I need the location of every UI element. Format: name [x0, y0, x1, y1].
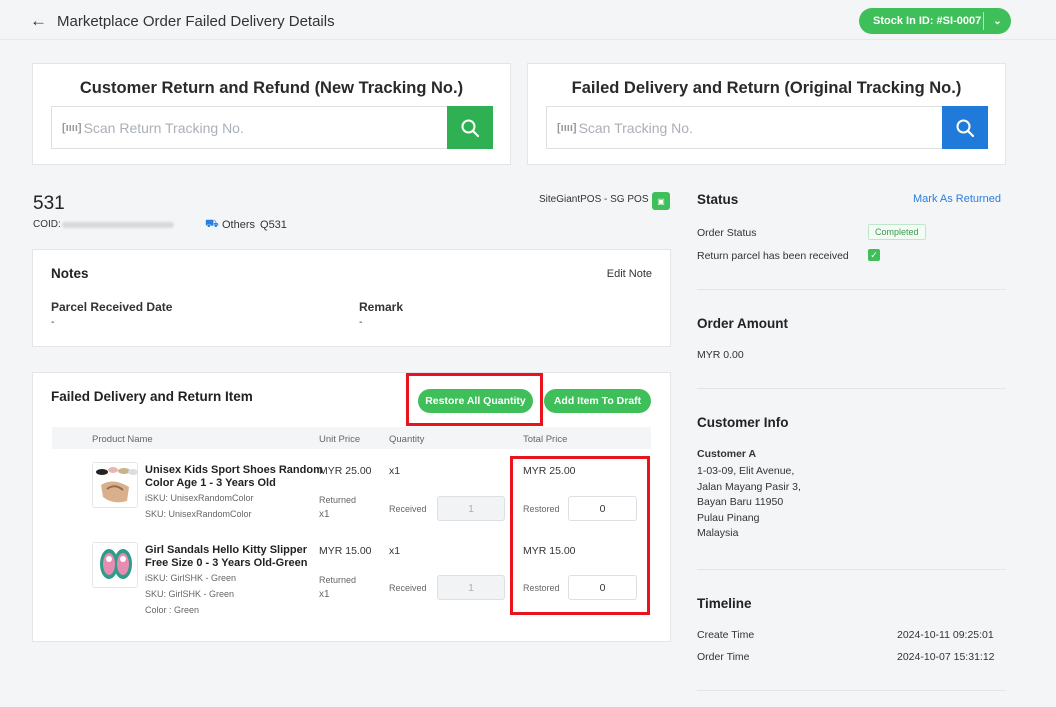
address-line: Jalan Mayang Pasir 3, — [697, 480, 801, 493]
divider — [697, 388, 1006, 389]
stock-in-button[interactable]: Stock In ID: #SI-0007 ⌄ — [859, 8, 1011, 34]
search-icon — [461, 119, 480, 137]
received-label: Received — [389, 583, 427, 593]
stock-in-label: Stock In ID: #SI-0007 — [873, 15, 982, 27]
timeline-title: Timeline — [697, 596, 752, 611]
barcode-icon: [ıııı] — [557, 121, 577, 134]
remark-value: - — [359, 316, 363, 328]
scan-placeholder: Scan Tracking No. — [578, 119, 693, 136]
address-line: 1-03-09, Elit Avenue, — [697, 465, 795, 477]
customer-address: 1-03-09, Elit Avenue, Jalan Mayang Pasir… — [697, 464, 801, 542]
divider — [697, 289, 1006, 290]
timeline-value: 2024-10-07 15:31:12 — [897, 651, 995, 663]
unit-price: MYR 25.00 — [319, 465, 372, 477]
product-name-line: Unisex Kids Sport Shoes Random — [145, 464, 323, 476]
col-quantity: Quantity — [389, 434, 425, 445]
order-amount-title: Order Amount — [697, 316, 788, 331]
returned-qty: x1 — [319, 509, 330, 520]
received-input[interactable]: 1 — [437, 575, 505, 600]
reference: Q531 — [260, 219, 287, 231]
parcel-received-value: - — [51, 316, 55, 328]
status-badge: Completed — [868, 224, 926, 240]
parcel-received-checkbox[interactable]: ✓ — [868, 249, 880, 261]
notes-card: Notes Edit Note Parcel Received Date - R… — [32, 249, 671, 347]
received-label: Received — [389, 504, 427, 514]
timeline-label: Create Time — [697, 629, 755, 641]
coid-label: COID: — [33, 219, 61, 230]
product-name-line: Girl Sandals Hello Kitty Slipper — [145, 544, 307, 556]
order-amount-value: MYR 0.00 — [697, 349, 744, 361]
product-name-line: Free Size 0 - 3 Years Old-Green — [145, 557, 308, 569]
timeline-value: 2024-10-11 09:25:01 — [897, 629, 994, 641]
scan-card-return: Customer Return and Refund (New Tracking… — [32, 63, 511, 165]
product-isku: iSKU: UnisexRandomColor — [145, 493, 254, 503]
product-name-line: Color Age 1 - 3 Years Old — [145, 477, 276, 489]
product-thumbnail — [92, 542, 138, 588]
returned-label: Returned — [319, 495, 357, 505]
unit-price: MYR 15.00 — [319, 545, 372, 557]
search-icon: Q — [260, 219, 269, 231]
store-name: SiteGiantPOS - SG POS — [539, 194, 649, 205]
returned-qty: x1 — [319, 589, 330, 600]
notes-title: Notes — [51, 266, 89, 281]
address-line: Pulau Pinang — [697, 511, 760, 524]
order-status-label: Order Status — [697, 227, 757, 239]
pos-store-icon: ▣ — [652, 192, 670, 210]
search-icon — [956, 119, 975, 137]
customer-info-title: Customer Info — [697, 415, 789, 430]
search-button[interactable] — [447, 106, 493, 149]
truck-icon: ⛟ — [205, 218, 219, 230]
return-tracking-input[interactable]: [ıııı] Scan Return Tracking No. — [51, 106, 447, 149]
items-title: Failed Delivery and Return Item — [51, 389, 253, 404]
reference-value: 531 — [268, 219, 287, 231]
quantity: x1 — [389, 465, 401, 477]
product-thumbnail — [92, 462, 138, 508]
scan-card-failed: Failed Delivery and Return (Original Tra… — [527, 63, 1006, 165]
add-to-draft-button[interactable]: Add Item To Draft — [544, 389, 651, 413]
coid-value-redacted — [62, 222, 174, 228]
order-id: 531 — [33, 193, 65, 214]
scan-placeholder: Scan Return Tracking No. — [83, 119, 244, 136]
page-title: Marketplace Order Failed Delivery Detail… — [57, 13, 335, 30]
received-input[interactable]: 1 — [437, 496, 505, 521]
edit-note-link[interactable]: Edit Note — [607, 268, 652, 280]
top-bar: ← Marketplace Order Failed Delivery Deta… — [0, 0, 1056, 40]
arrow-left-icon[interactable]: ← — [30, 11, 47, 31]
parcel-received-label: Parcel Received Date — [51, 300, 173, 314]
product-color: Color : Green — [145, 605, 200, 615]
chevron-down-icon[interactable]: ⌄ — [984, 16, 1011, 27]
product-isku: iSKU: GirlSHK - Green — [145, 573, 237, 583]
product-sku: SKU: UnisexRandomColor — [145, 509, 252, 519]
barcode-icon: [ıııı] — [62, 121, 82, 134]
tracking-input[interactable]: [ıııı] Scan Tracking No. — [546, 106, 942, 149]
divider — [697, 690, 1006, 691]
customer-name: Customer A — [697, 448, 757, 460]
scan-card-title: Customer Return and Refund (New Tracking… — [79, 79, 464, 97]
mark-as-returned-link[interactable]: Mark As Returned — [913, 193, 1001, 205]
product-sku: SKU: GirlSHK - Green — [145, 589, 235, 599]
remark-label: Remark — [359, 300, 404, 314]
divider — [697, 569, 1006, 570]
col-total-price: Total Price — [523, 434, 568, 445]
parcel-received-label: Return parcel has been received — [697, 250, 849, 262]
highlight-box-restore-all — [406, 373, 543, 426]
product-name[interactable]: Unisex Kids Sport Shoes Random Color Age … — [145, 464, 323, 490]
search-button[interactable] — [942, 106, 988, 149]
timeline-label: Order Time — [697, 651, 750, 663]
col-product-name: Product Name — [92, 434, 153, 445]
quantity: x1 — [389, 545, 401, 557]
product-name[interactable]: Girl Sandals Hello Kitty Slipper Free Siz… — [145, 544, 307, 570]
returned-label: Returned — [319, 575, 357, 585]
status-title: Status — [697, 192, 739, 207]
scan-card-title: Failed Delivery and Return (Original Tra… — [571, 79, 962, 97]
address-line: Malaysia — [697, 527, 739, 539]
address-line: Bayan Baru 11950 — [697, 496, 784, 508]
shipping-method: Others — [222, 219, 256, 231]
col-unit-price: Unit Price — [319, 434, 361, 445]
highlight-box-restored — [510, 456, 650, 615]
